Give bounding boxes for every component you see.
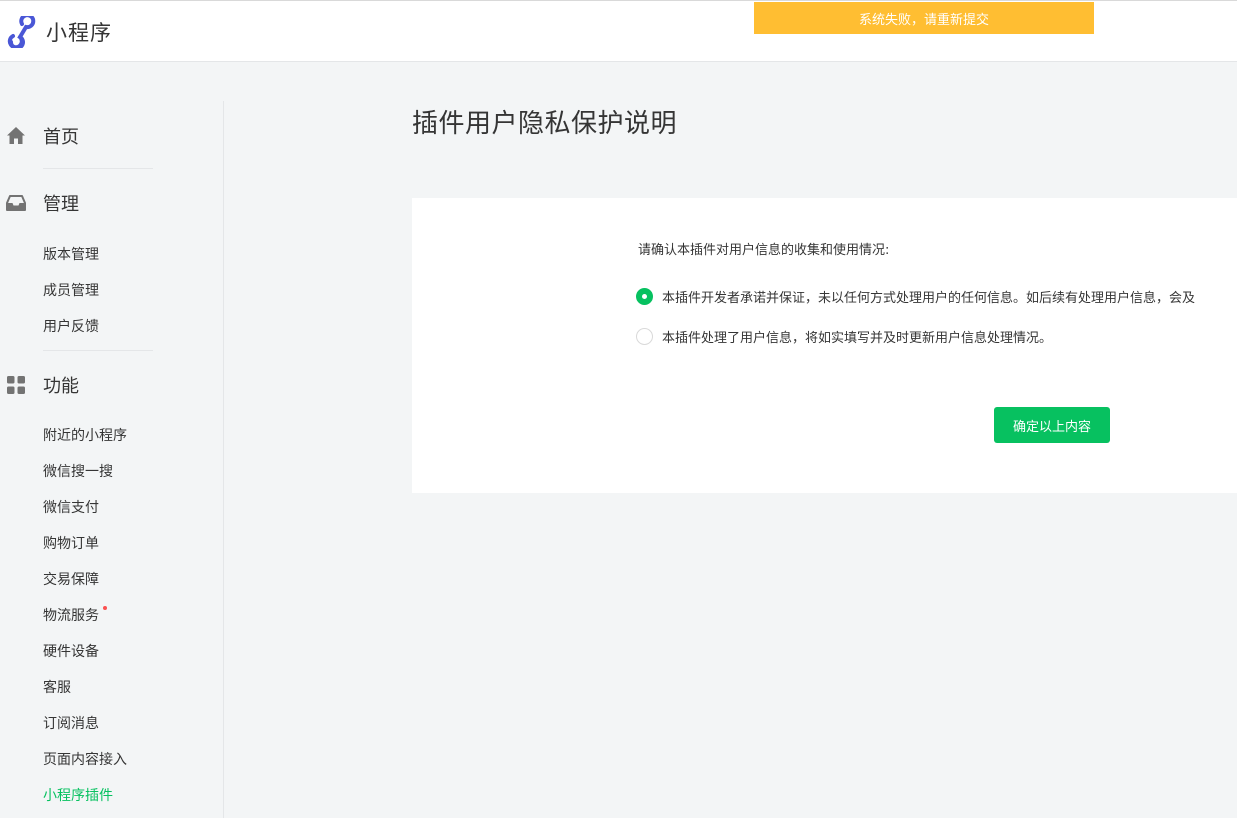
radio-checked-icon[interactable] (636, 288, 653, 305)
logo[interactable]: 小程序 (6, 16, 112, 48)
radio-unchecked-icon[interactable] (636, 328, 653, 345)
sidebar-item-logistics[interactable]: 物流服务 (43, 605, 99, 625)
sidebar-item-subscribe-message[interactable]: 订阅消息 (43, 713, 99, 733)
option-data-processed[interactable]: 本插件处理了用户信息，将如实填写并及时更新用户信息处理情况。 (636, 327, 1052, 346)
sidebar-item-plugins[interactable]: 小程序插件 (43, 785, 113, 805)
option-no-data-processing[interactable]: 本插件开发者承诺并保证，未以任何方式处理用户的任何信息。如后续有处理用户信息，会… (636, 287, 1195, 306)
app-name: 小程序 (46, 21, 112, 45)
privacy-question: 请确认本插件对用户信息的收集和使用情况: (638, 243, 890, 258)
sidebar-item-version[interactable]: 版本管理 (43, 244, 99, 264)
error-toast: 系统失败，请重新提交 (754, 2, 1094, 34)
sidebar-item-pay[interactable]: 微信支付 (43, 497, 99, 517)
sidebar-item-home[interactable]: 首页 (0, 123, 79, 149)
confirm-button[interactable]: 确定以上内容 (994, 407, 1110, 443)
sidebar-item-trade-guarantee[interactable]: 交易保障 (43, 569, 99, 589)
sidebar-item-orders[interactable]: 购物订单 (43, 533, 99, 553)
home-icon (6, 126, 26, 146)
miniprogram-logo-icon (6, 16, 40, 48)
sidebar-item-feedback[interactable]: 用户反馈 (43, 316, 99, 336)
sidebar-item-nearby[interactable]: 附近的小程序 (43, 425, 127, 445)
divider (43, 350, 153, 351)
sidebar-item-hardware[interactable]: 硬件设备 (43, 641, 99, 661)
sidebar-section-features[interactable]: 功能 (0, 372, 79, 398)
sidebar-item-members[interactable]: 成员管理 (43, 280, 99, 300)
inbox-icon (6, 193, 26, 213)
sidebar-section-label: 功能 (43, 376, 79, 397)
sidebar: 首页 管理 版本管理 成员管理 用户反馈 功能 附近的小程序 微信搜一搜 微信支… (0, 101, 224, 818)
option-label: 本插件开发者承诺并保证，未以任何方式处理用户的任何信息。如后续有处理用户信息，会… (662, 291, 1196, 306)
notification-dot (103, 606, 107, 610)
divider (43, 168, 153, 169)
sidebar-item-page-content[interactable]: 页面内容接入 (43, 749, 127, 769)
sidebar-item-search[interactable]: 微信搜一搜 (43, 461, 113, 481)
sidebar-item-label: 首页 (43, 127, 79, 148)
sidebar-section-label: 管理 (43, 194, 79, 215)
privacy-card: 请确认本插件对用户信息的收集和使用情况: 本插件开发者承诺并保证，未以任何方式处… (412, 198, 1237, 493)
page-title: 插件用户隐私保护说明 (412, 109, 678, 139)
sidebar-section-manage[interactable]: 管理 (0, 190, 79, 216)
sidebar-item-customer-service[interactable]: 客服 (43, 677, 71, 697)
option-label: 本插件处理了用户信息，将如实填写并及时更新用户信息处理情况。 (662, 331, 1053, 346)
grid-icon (6, 375, 26, 395)
